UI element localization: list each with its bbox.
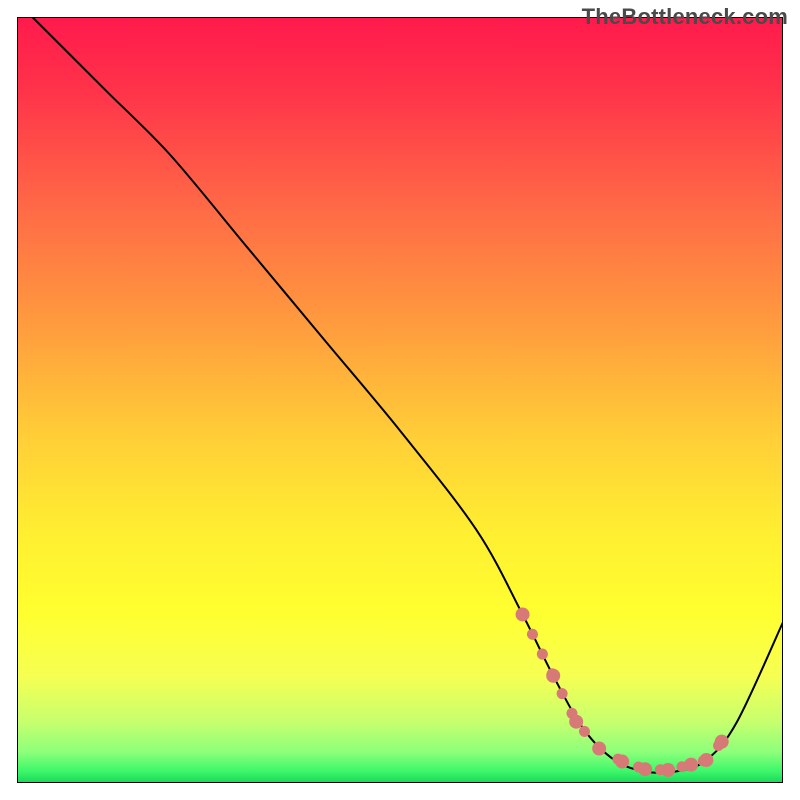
optimal-zone-dot: [715, 735, 729, 749]
optimal-zone-dot: [684, 758, 698, 772]
watermark-text: TheBottleneck.com: [582, 4, 788, 30]
optimal-zone-dot: [699, 753, 713, 767]
optimal-zone-dot: [638, 762, 652, 776]
chart-stage: TheBottleneck.com: [0, 0, 800, 800]
gradient-background: [17, 17, 783, 783]
optimal-zone-dot: [661, 763, 675, 777]
optimal-zone-dot: [569, 715, 583, 729]
optimal-zone-dot: [592, 742, 606, 756]
optimal-zone-dot: [615, 755, 629, 769]
plot-area: [17, 17, 783, 783]
optimal-zone-dot: [516, 607, 530, 621]
chart-svg: [17, 17, 783, 783]
optimal-zone-dot: [546, 669, 560, 683]
